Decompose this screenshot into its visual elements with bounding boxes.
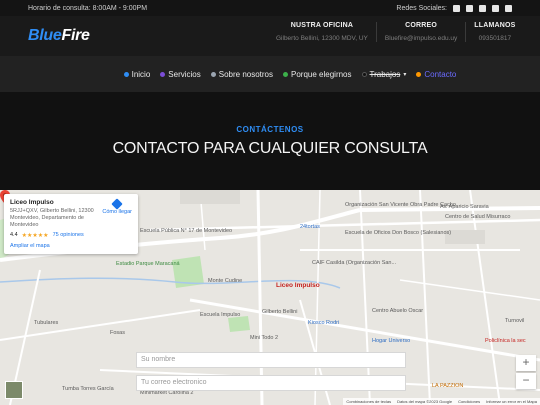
leaf-icon: [283, 71, 289, 77]
nav-label-inicio: Inicio: [131, 69, 151, 79]
email-column: CORREO Bluefire@impulso.edu.uy: [377, 22, 467, 42]
nav-item-servicios[interactable]: Servicios: [160, 69, 201, 79]
report-error-link[interactable]: Informar un error en el Mapa: [486, 399, 537, 404]
map-label-tumba[interactable]: Tumba Torres García: [62, 386, 114, 392]
map-label-gilberto: Gilberto Bellini: [262, 309, 298, 315]
phone-value[interactable]: 093501817: [474, 35, 515, 42]
map-label-centro-salud[interactable]: Centro de Salud Misurraco: [445, 214, 510, 220]
site-logo[interactable]: BlueFire: [28, 27, 90, 45]
directions-icon: [111, 198, 123, 210]
map-label-pazzion[interactable]: LA PAZZION: [432, 383, 463, 389]
place-rating: 4.4 ★★★★★ 75 opiniones: [10, 232, 132, 239]
map-data-credit: Datos del mapa ©2023 Google: [397, 399, 453, 404]
map-label-caif[interactable]: CAIF Casilda (Organización San...: [312, 260, 396, 266]
rating-value: 4.4: [10, 232, 18, 239]
services-icon: [160, 71, 166, 77]
social-label: Redes Sociales:: [396, 4, 447, 12]
youtube-icon[interactable]: [505, 4, 512, 12]
main-nav: Inicio Servicios Sobre nosotros Porque e…: [0, 56, 540, 92]
facebook-icon[interactable]: [453, 4, 460, 12]
nav-label-porque-elegirnos: Porque elegirnos: [291, 69, 352, 79]
nav-label-trabajos: Trabajos: [369, 69, 401, 79]
map-label-centro-oscar[interactable]: Centro Abuelo Oscar: [372, 308, 423, 314]
map-label-escuela-oficios[interactable]: Escuela de Oficios Don Bosco (Salesianos…: [345, 230, 451, 236]
map-label-turnovil[interactable]: Turnovil: [505, 318, 524, 324]
embedded-map[interactable]: Estadio Parque Maracaná Monte Cudine Esc…: [0, 190, 540, 405]
briefcase-icon: [361, 71, 367, 77]
map-label-policlinica[interactable]: Policlínica la sec: [485, 338, 526, 344]
nav-label-sobre-nosotros: Sobre nosotros: [218, 69, 274, 79]
logo-white-text: Fire: [61, 27, 90, 44]
twitter-icon[interactable]: [466, 4, 473, 12]
map-label-aparicio: Av. Aparicio Saravia: [440, 204, 489, 210]
terms-link[interactable]: Condiciones: [458, 399, 480, 404]
email-input[interactable]: Tu correo electronico: [136, 375, 406, 391]
office-heading: NUSTRA OFICINA: [290, 22, 354, 29]
map-label-tubulares[interactable]: Tubulares: [34, 320, 58, 326]
phone-heading: LLAMANOS: [474, 22, 516, 29]
email-heading: CORREO: [405, 22, 438, 29]
map-label-hogar[interactable]: Hogar Universo: [372, 338, 410, 344]
nav-item-porque-elegirnos[interactable]: Porque elegirnos: [283, 69, 352, 79]
phone-column: LLAMANOS 093501817: [466, 22, 523, 42]
place-address: 5RJJ+QXV, Gilberto Bellini, 12300 Montev…: [10, 208, 94, 228]
page-title: CONTACTO PARA CUALQUIER CONSULTA: [112, 139, 428, 157]
instagram-icon[interactable]: [492, 4, 499, 12]
zoom-out-button[interactable]: −: [516, 373, 536, 389]
map-label-fosas[interactable]: Fosas: [110, 330, 125, 336]
satellite-toggle[interactable]: [5, 381, 23, 399]
nav-item-sobre-nosotros[interactable]: Sobre nosotros: [210, 69, 274, 79]
email-value[interactable]: Bluefire@impulso.edu.uy: [385, 35, 457, 42]
enlarge-map-link[interactable]: Ampliar el mapa: [10, 243, 132, 249]
office-value: Gilberto Bellini, 12300 MDV, UY: [276, 35, 368, 42]
site-header: BlueFire NUSTRA OFICINA Gilberto Bellini…: [0, 16, 540, 56]
contact-hero: CONTÁCTENOS CONTACTO PARA CUALQUIER CONS…: [0, 92, 540, 190]
contact-info: NUSTRA OFICINA Gilberto Bellini, 12300 M…: [268, 22, 524, 42]
map-label-mini-todo[interactable]: Mini Todo 2: [250, 335, 278, 341]
top-bar: Horario de consulta: 8:00AM - 9:00PM Red…: [0, 0, 540, 16]
map-label-escuela-17[interactable]: Escuela Pública N° 17 de Montevideo: [140, 228, 232, 234]
map-label-tortas[interactable]: 24tortas: [300, 224, 320, 230]
office-column: NUSTRA OFICINA Gilberto Bellini, 12300 M…: [268, 22, 377, 42]
map-attribution: Combinaciones de teclas Datos del mapa ©…: [343, 398, 540, 405]
chevron-down-icon: ▾: [403, 71, 407, 78]
nav-item-contacto[interactable]: Contacto: [416, 70, 456, 79]
map-label-estadio[interactable]: Estadio Parque Maracaná: [116, 261, 180, 267]
directions-label: Cómo llegar: [102, 209, 132, 215]
nav-label-servicios: Servicios: [168, 69, 201, 79]
map-label-escuela[interactable]: Escuela Impulso: [200, 312, 240, 318]
nav-item-trabajos[interactable]: Trabajos ▾: [361, 69, 407, 79]
linkedin-icon[interactable]: [479, 4, 486, 12]
reviews-link[interactable]: 75 opiniones: [53, 232, 84, 238]
name-input[interactable]: Su nombre: [136, 352, 406, 368]
hero-kicker: CONTÁCTENOS: [236, 124, 304, 134]
about-icon: [210, 71, 216, 77]
home-icon: [123, 71, 129, 77]
nav-label-contacto: Contacto: [424, 69, 457, 79]
zoom-in-button[interactable]: +: [516, 355, 536, 371]
nav-item-inicio[interactable]: Inicio: [123, 69, 151, 79]
map-label-monte-cudine[interactable]: Monte Cudine: [208, 278, 242, 284]
logo-blue-text: Blue: [28, 27, 62, 44]
marker-label[interactable]: Liceo Impulso: [276, 282, 320, 289]
business-hours: Horario de consulta: 8:00AM - 9:00PM: [28, 4, 148, 12]
map-label-kiosco[interactable]: Kiosco Rodri: [308, 320, 339, 326]
directions-button[interactable]: Cómo llegar: [102, 198, 132, 215]
fire-icon: [416, 71, 422, 77]
place-info-card: Liceo Impulso 5RJJ+QXV, Gilberto Bellini…: [4, 194, 138, 254]
keyboard-shortcuts-link[interactable]: Combinaciones de teclas: [346, 399, 391, 404]
social-links: Redes Sociales:: [396, 4, 512, 12]
star-rating-icon: ★★★★★: [21, 232, 49, 239]
